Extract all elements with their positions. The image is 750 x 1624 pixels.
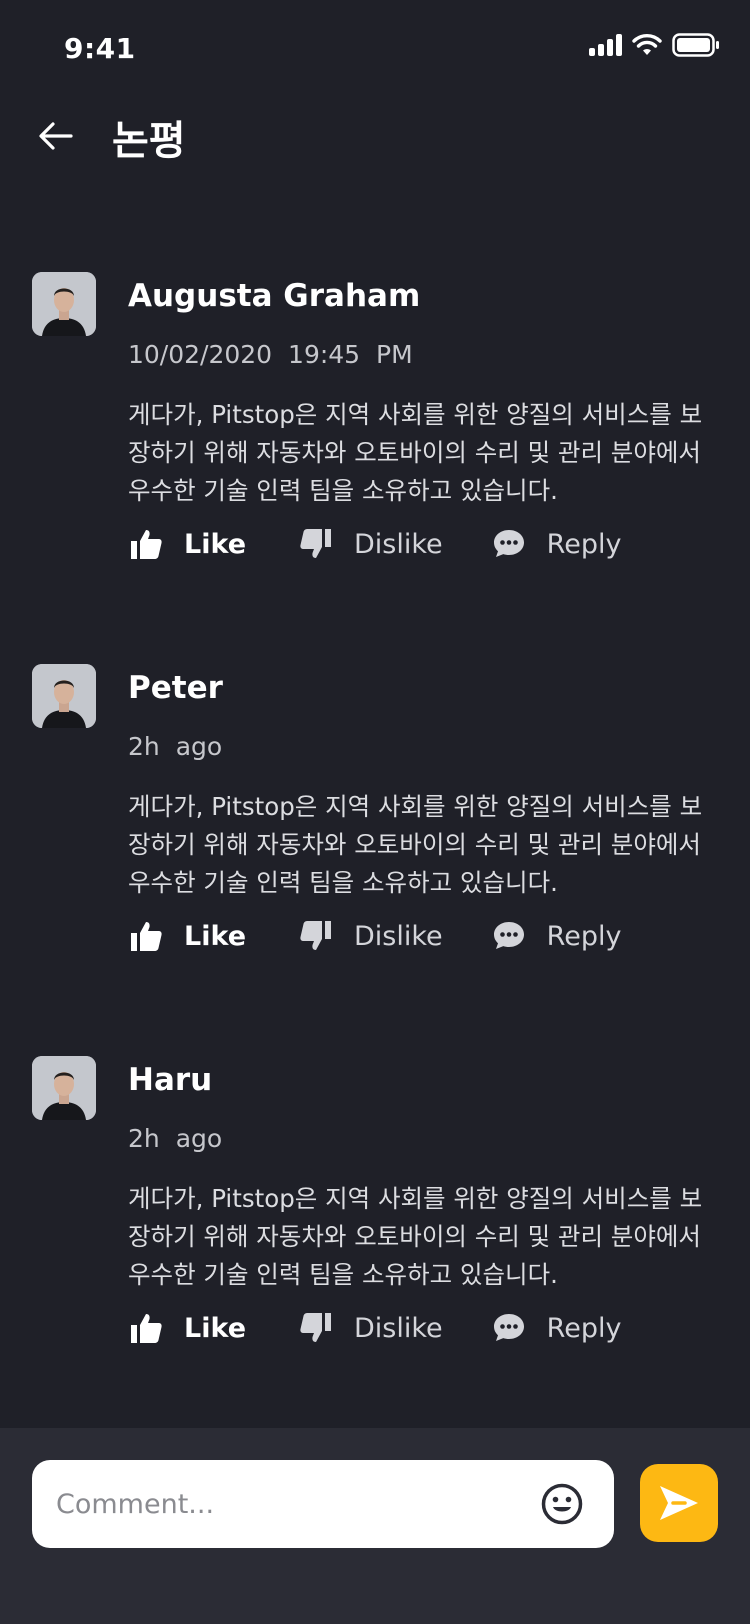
send-button[interactable] — [640, 1464, 718, 1542]
thumbs-down-icon — [298, 918, 334, 954]
comment-author[interactable]: Augusta Graham — [128, 278, 420, 314]
like-label: Like — [184, 528, 247, 560]
avatar[interactable] — [32, 272, 96, 336]
like-label: Like — [184, 1312, 247, 1344]
avatar[interactable] — [32, 664, 96, 728]
comment-actions: Like Dislike Reply — [128, 522, 621, 566]
comment-input[interactable] — [56, 1460, 526, 1548]
comment-author[interactable]: Peter — [128, 670, 223, 706]
header: 논평 — [0, 100, 750, 200]
reply-button[interactable]: Reply — [491, 522, 622, 566]
back-button[interactable] — [34, 114, 78, 158]
dislike-label: Dislike — [354, 920, 443, 952]
comment-actions: Like Dislike Reply — [128, 914, 621, 958]
user-photo-icon — [32, 664, 96, 728]
comment-composer — [0, 1428, 750, 1624]
reply-label: Reply — [546, 1312, 622, 1344]
comment-actions: Like Dislike Reply — [128, 1306, 621, 1350]
dislike-label: Dislike — [354, 1312, 443, 1344]
dislike-button[interactable]: Dislike — [298, 914, 443, 958]
reply-label: Reply — [546, 920, 622, 952]
avatar[interactable] — [32, 1056, 96, 1120]
comment-input-container — [32, 1460, 614, 1548]
comment-body: 게다가, Pitstop은 지역 사회를 위한 양질의 서비스를 보장하기 위해… — [128, 400, 703, 505]
send-icon — [660, 1486, 698, 1520]
thumbs-up-icon — [128, 918, 164, 954]
chat-bubble-icon — [491, 526, 527, 562]
like-button[interactable]: Like — [128, 522, 246, 566]
dislike-button[interactable]: Dislike — [298, 1306, 443, 1350]
emoji-button[interactable] — [540, 1482, 584, 1526]
page-title: 논평 — [112, 118, 186, 164]
cellular-signal-icon — [589, 34, 622, 56]
thumbs-down-icon — [298, 1310, 334, 1346]
status-time: 9:41 — [64, 32, 136, 65]
comment-body: 게다가, Pitstop은 지역 사회를 위한 양질의 서비스를 보장하기 위해… — [128, 1184, 703, 1289]
thumbs-up-icon — [128, 1310, 164, 1346]
chat-bubble-icon — [491, 918, 527, 954]
comment-timestamp: 2h ago — [128, 1124, 223, 1153]
comment-author[interactable]: Haru — [128, 1062, 212, 1098]
comment-timestamp: 2h ago — [128, 732, 223, 761]
dislike-button[interactable]: Dislike — [298, 522, 443, 566]
smiley-icon — [541, 1483, 583, 1525]
reply-button[interactable]: Reply — [491, 914, 622, 958]
like-label: Like — [184, 920, 247, 952]
comments-screen: 9:41 논평 Augusta Graham 10/02/2020 19:45 … — [0, 0, 750, 1624]
status-icons — [589, 32, 720, 58]
reply-label: Reply — [546, 528, 622, 560]
reply-button[interactable]: Reply — [491, 1306, 622, 1350]
chat-bubble-icon — [491, 1310, 527, 1346]
thumbs-down-icon — [298, 526, 334, 562]
arrow-left-icon — [39, 122, 73, 150]
battery-icon — [672, 33, 719, 57]
dislike-label: Dislike — [354, 528, 443, 560]
status-bar: 9:41 — [0, 0, 750, 90]
comment-timestamp: 10/02/2020 19:45 PM — [128, 340, 413, 369]
user-photo-icon — [32, 1056, 96, 1120]
comment-body: 게다가, Pitstop은 지역 사회를 위한 양질의 서비스를 보장하기 위해… — [128, 792, 703, 897]
wifi-icon — [632, 34, 662, 55]
thumbs-up-icon — [128, 526, 164, 562]
like-button[interactable]: Like — [128, 1306, 246, 1350]
like-button[interactable]: Like — [128, 914, 246, 958]
user-photo-icon — [32, 272, 96, 336]
